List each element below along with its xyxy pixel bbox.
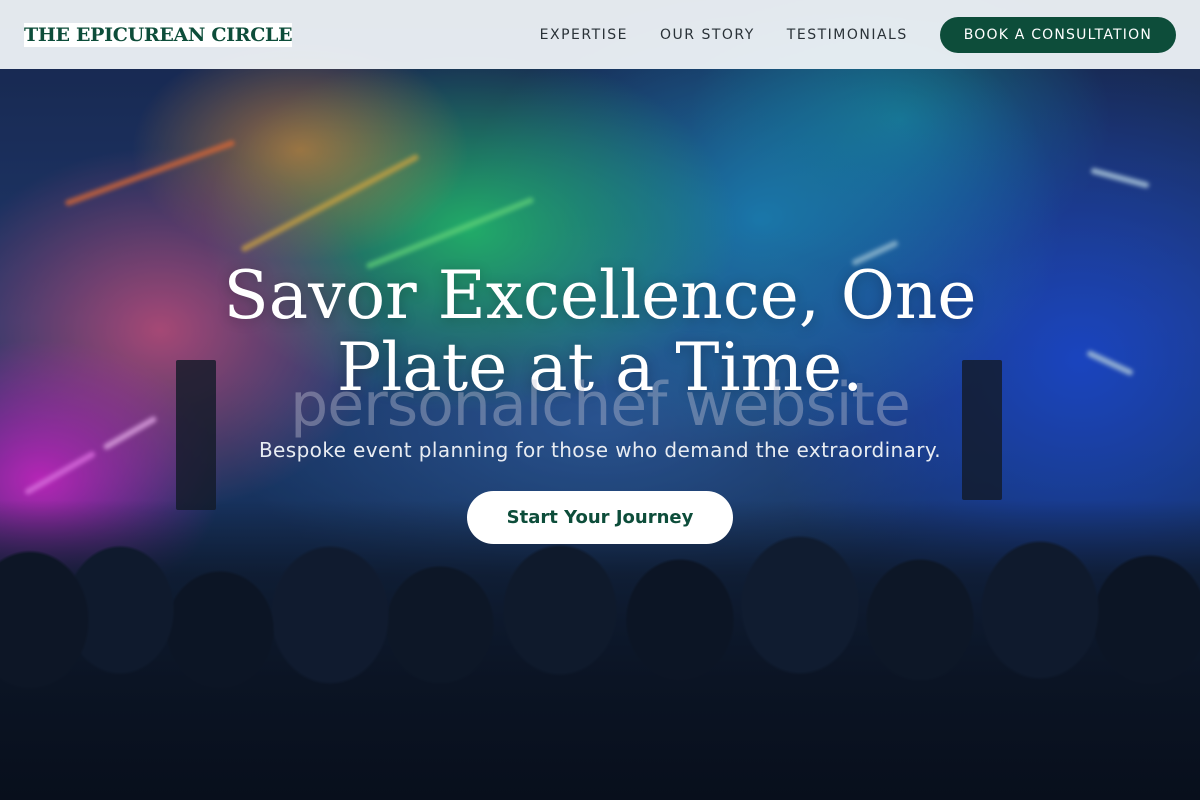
nav-link-testimonials[interactable]: TESTIMONIALS	[787, 27, 908, 43]
nav-link-our-story[interactable]: OUR STORY	[660, 27, 755, 43]
brand-logo[interactable]: THE EPICUREAN CIRCLE	[24, 22, 293, 47]
nav-link-expertise[interactable]: EXPERTISE	[540, 27, 628, 43]
top-navbar: THE EPICUREAN CIRCLE EXPERTISE OUR STORY…	[0, 0, 1200, 69]
nav-links: EXPERTISE OUR STORY TESTIMONIALS BOOK A …	[540, 16, 1176, 53]
watermark-text: personalchef website	[290, 370, 911, 440]
crowd-silhouette	[0, 500, 1200, 800]
hero-subtitle: Bespoke event planning for those who dem…	[258, 438, 942, 462]
start-journey-button[interactable]: Start Your Journey	[467, 491, 733, 544]
book-consultation-button[interactable]: BOOK A CONSULTATION	[939, 16, 1176, 53]
